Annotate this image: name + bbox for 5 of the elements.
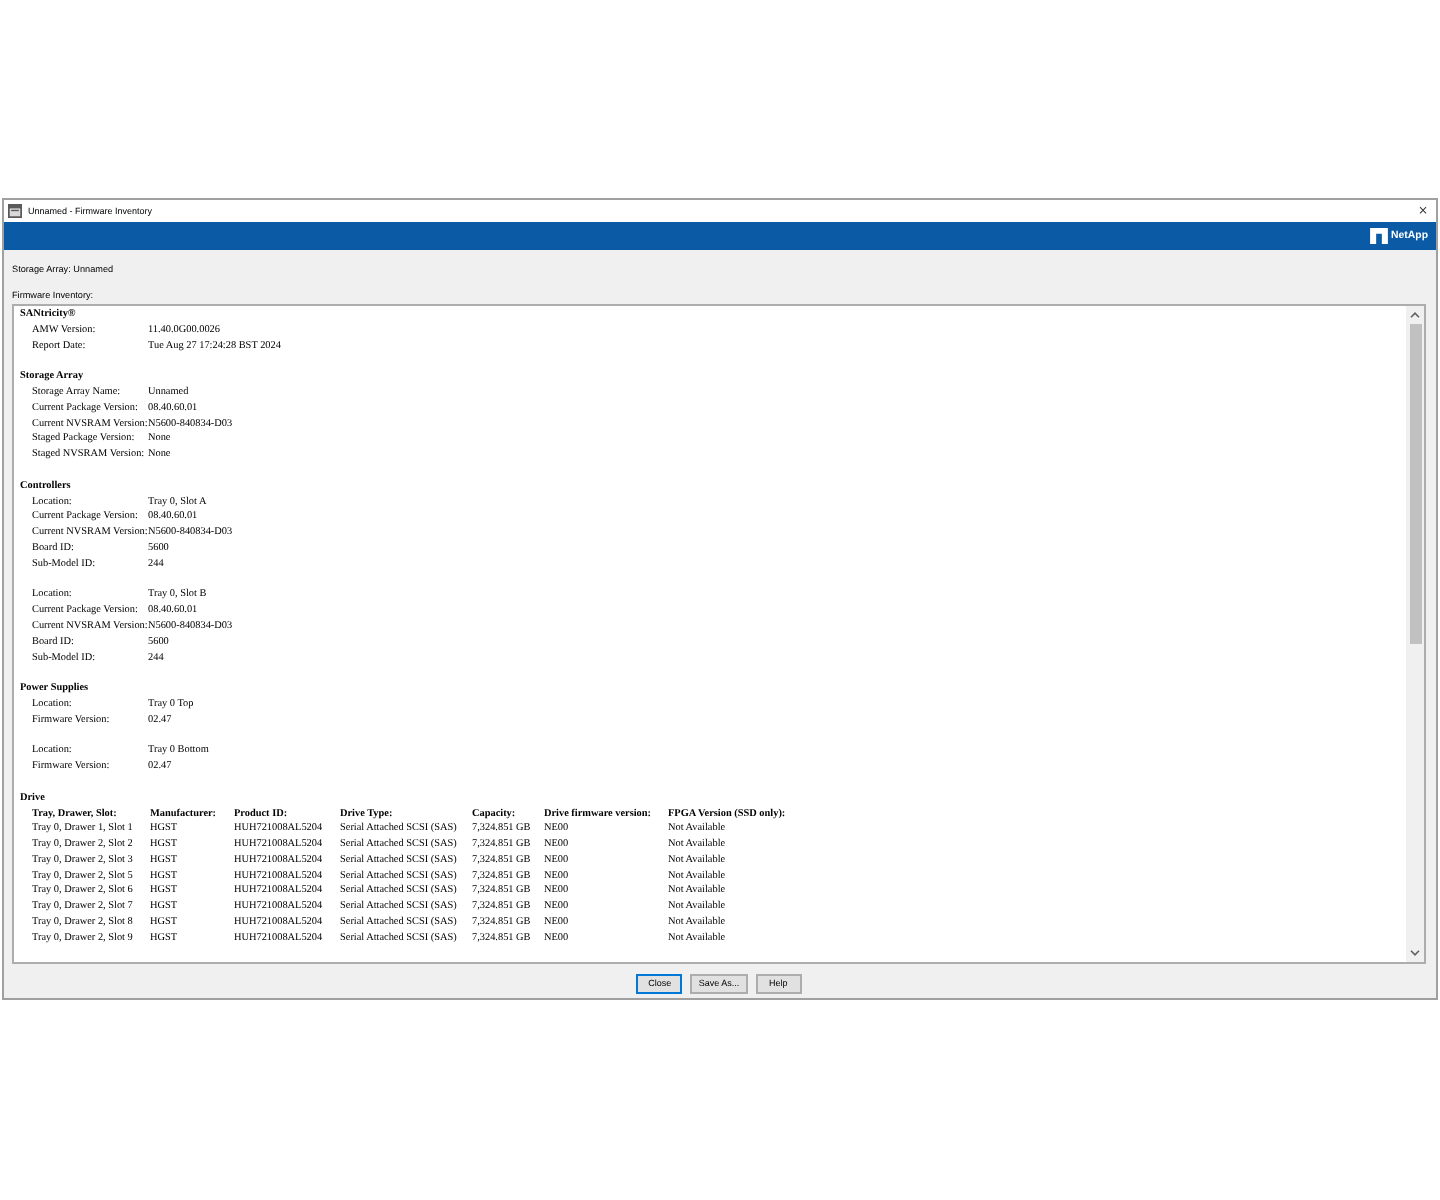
app-icon	[8, 204, 22, 218]
report-text-area[interactable]	[12, 304, 1426, 964]
logo-icon	[1370, 228, 1389, 244]
scrollbar[interactable]	[1406, 306, 1424, 962]
scrollbar-thumb[interactable]	[1409, 324, 1421, 644]
